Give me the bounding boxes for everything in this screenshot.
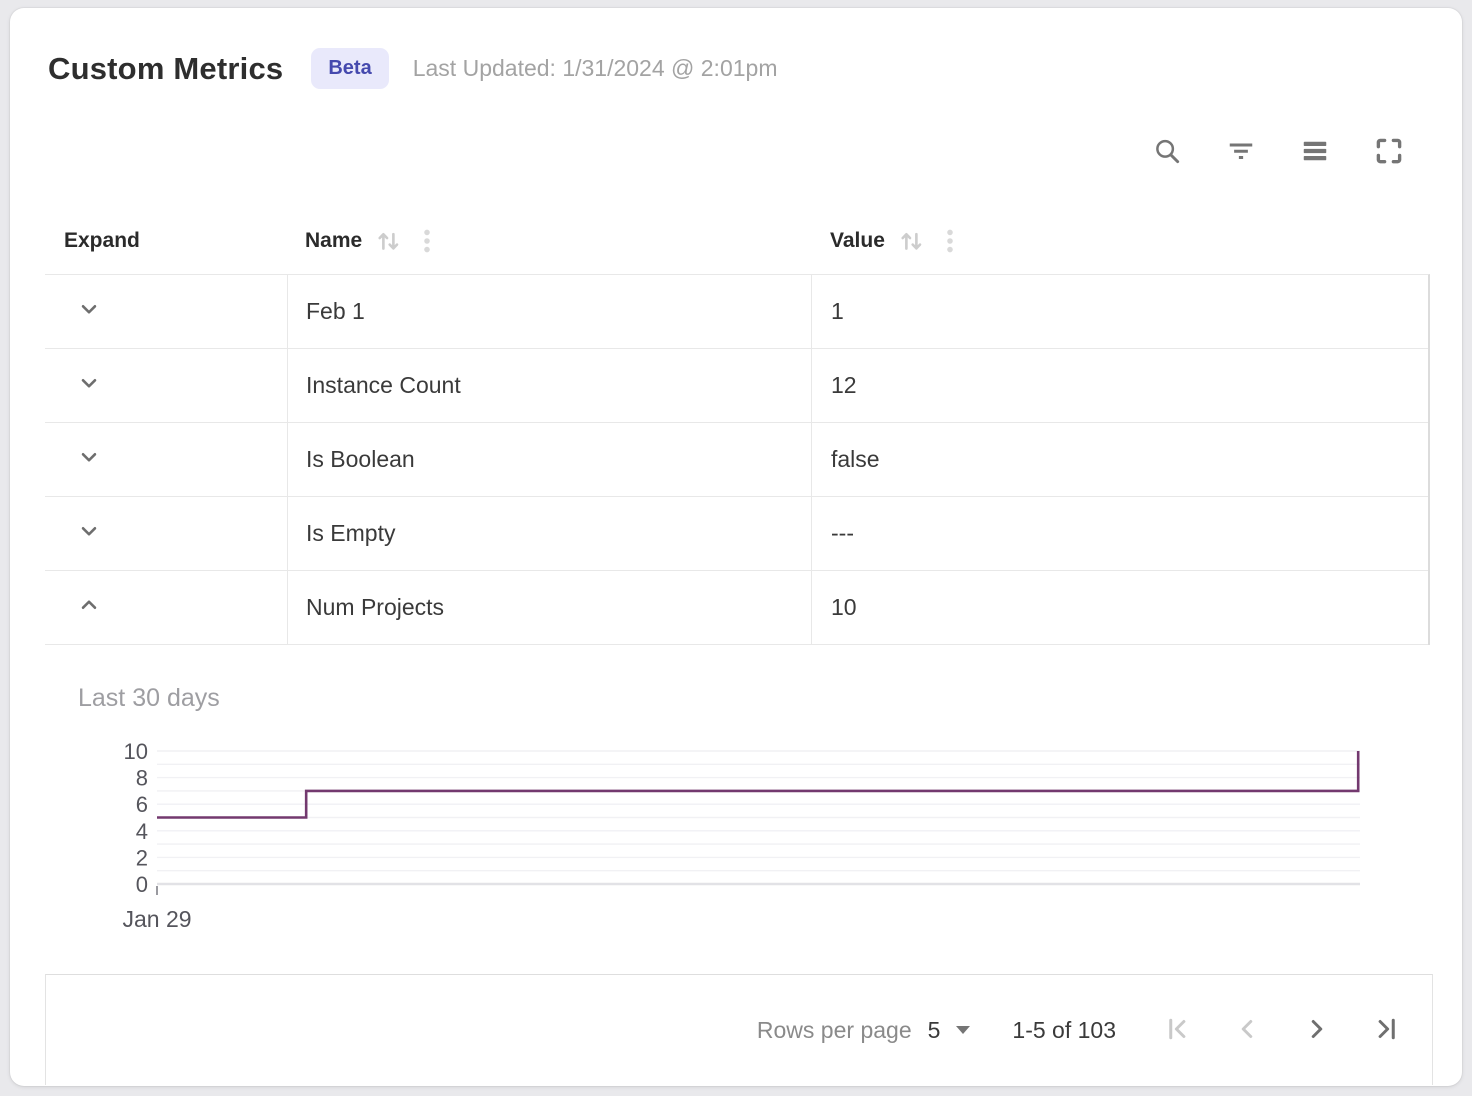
expand-row-button[interactable]	[45, 497, 287, 570]
previous-page-button[interactable]	[1232, 1015, 1262, 1045]
chart-title: Last 30 days	[78, 684, 220, 713]
metrics-table: Expand Name Value Feb 11	[45, 208, 1430, 645]
cell-name: Is Empty	[287, 497, 811, 570]
table-row: Feb 11	[45, 275, 1428, 349]
table-rows: Feb 11Instance Count12Is BooleanfalseIs …	[45, 274, 1430, 645]
column-label: Value	[830, 229, 885, 253]
dropdown-arrow-icon	[956, 1026, 970, 1034]
cell-value: 10	[811, 571, 1428, 644]
page-title: Custom Metrics	[48, 51, 283, 87]
search-icon	[1152, 136, 1182, 166]
chevron-down-icon	[76, 518, 102, 550]
table-row: Instance Count12	[45, 349, 1428, 423]
table-row: Num Projects10	[45, 571, 1428, 645]
svg-text:8: 8	[136, 766, 148, 791]
cell-value: ---	[811, 497, 1428, 570]
first-page-icon	[1162, 1014, 1192, 1047]
sort-icon[interactable]	[897, 226, 927, 256]
sort-icon[interactable]	[374, 226, 404, 256]
filter-button[interactable]	[1226, 136, 1256, 166]
pagination-range: 1-5 of 103	[1012, 1017, 1116, 1044]
cell-name: Feb 1	[287, 275, 811, 348]
chevron-down-icon	[76, 296, 102, 328]
chevron-up-icon	[76, 592, 102, 624]
beta-badge: Beta	[311, 48, 388, 89]
cell-name: Is Boolean	[287, 423, 811, 496]
table-header-row: Expand Name Value	[45, 208, 1430, 274]
fullscreen-button[interactable]	[1374, 136, 1404, 166]
svg-text:Jan 29: Jan 29	[122, 906, 191, 932]
rows-per-page-label: Rows per page	[757, 1017, 912, 1044]
pagination-footer: Rows per page 5 1-5 of 103	[45, 974, 1433, 1085]
pagination-nav	[1162, 1015, 1402, 1045]
chevron-down-icon	[76, 370, 102, 402]
column-header-name[interactable]: Name	[287, 226, 811, 256]
density-icon	[1300, 136, 1330, 166]
column-label: Expand	[64, 229, 140, 253]
column-label: Name	[305, 229, 362, 253]
svg-text:2: 2	[136, 845, 148, 870]
last-updated-text: Last Updated: 1/31/2024 @ 2:01pm	[413, 55, 778, 82]
search-button[interactable]	[1152, 136, 1182, 166]
first-page-button[interactable]	[1162, 1015, 1192, 1045]
column-menu-icon[interactable]	[937, 226, 963, 256]
expand-row-button[interactable]	[45, 275, 287, 348]
grid-toolbar	[1152, 136, 1404, 166]
rows-per-page-select[interactable]: 5	[928, 1017, 971, 1044]
table-row: Is Booleanfalse	[45, 423, 1428, 497]
expand-row-button[interactable]	[45, 423, 287, 496]
last-page-button[interactable]	[1372, 1015, 1402, 1045]
filter-icon	[1226, 136, 1256, 166]
table-row: Is Empty---	[45, 497, 1428, 571]
svg-text:6: 6	[136, 792, 148, 817]
fullscreen-icon	[1374, 136, 1404, 166]
cell-value: 12	[811, 349, 1428, 422]
expand-row-button[interactable]	[45, 349, 287, 422]
chevron-down-icon	[76, 444, 102, 476]
density-button[interactable]	[1300, 136, 1330, 166]
num-projects-chart: 0246810 Jan 29	[60, 737, 1370, 947]
column-header-value[interactable]: Value	[811, 226, 1430, 256]
collapse-row-button[interactable]	[45, 571, 287, 644]
next-page-button[interactable]	[1302, 1015, 1332, 1045]
cell-value: 1	[811, 275, 1428, 348]
chevron-left-icon	[1232, 1014, 1262, 1047]
column-menu-icon[interactable]	[414, 226, 440, 256]
column-header-expand: Expand	[45, 229, 287, 253]
svg-text:0: 0	[136, 872, 148, 897]
cell-name: Instance Count	[287, 349, 811, 422]
header: Custom Metrics Beta Last Updated: 1/31/2…	[48, 48, 777, 89]
last-page-icon	[1372, 1014, 1402, 1047]
svg-text:4: 4	[136, 819, 148, 844]
cell-value: false	[811, 423, 1428, 496]
rows-per-page-value: 5	[928, 1017, 941, 1044]
chevron-right-icon	[1302, 1014, 1332, 1047]
cell-name: Num Projects	[287, 571, 811, 644]
custom-metrics-card: Custom Metrics Beta Last Updated: 1/31/2…	[10, 8, 1462, 1086]
svg-text:10: 10	[124, 739, 148, 764]
